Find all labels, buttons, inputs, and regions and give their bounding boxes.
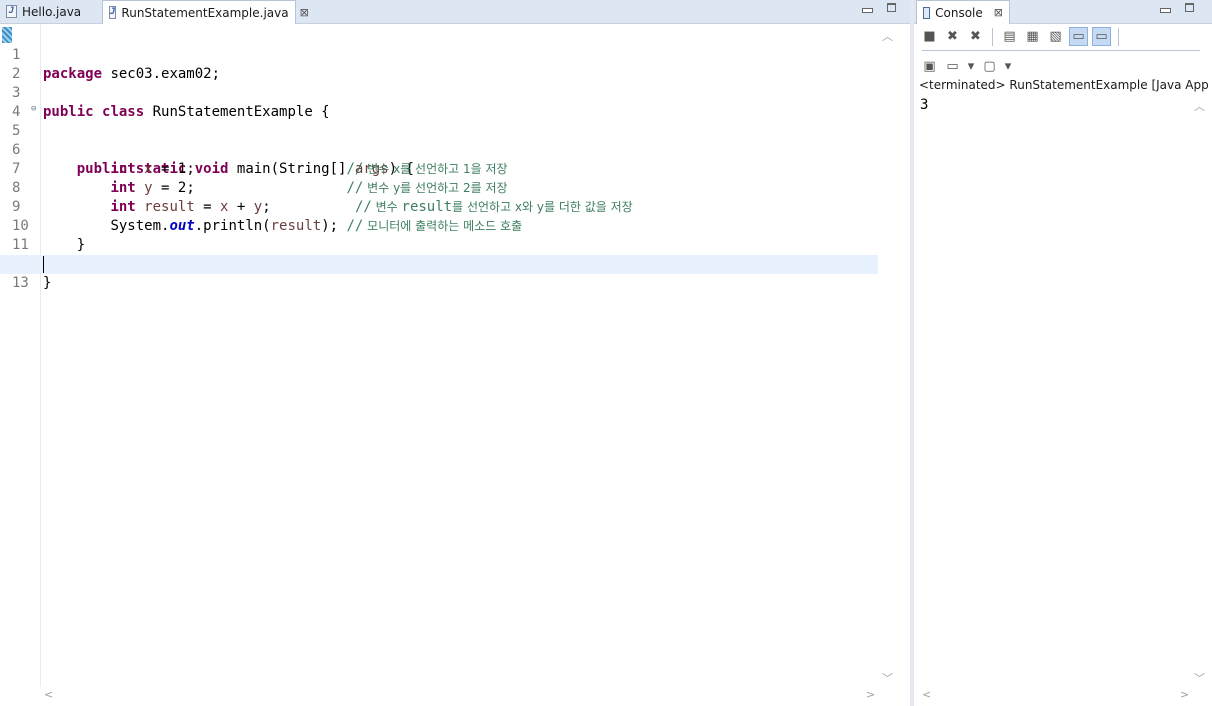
editor-panel: J Hello.java J RunStatementExample.java … [0, 0, 910, 706]
code-line: 12 } [0, 236, 878, 291]
text-caret [43, 256, 44, 273]
show-console-on-stderr-icon[interactable]: ▭ [1092, 27, 1111, 46]
code-line: 10 } [0, 198, 878, 253]
scroll-right-icon[interactable]: > [1180, 688, 1189, 701]
editor-vertical-scrollbar[interactable]: ︿ ﹀ [878, 24, 895, 687]
maximize-button[interactable] [887, 3, 896, 12]
console-output: 3 [920, 97, 929, 113]
code-line: 4 [0, 84, 878, 120]
scroll-up-icon[interactable]: ︿ [882, 28, 893, 44]
clear-console-icon[interactable]: ▤ [1000, 27, 1019, 46]
java-file-icon: J [109, 6, 117, 19]
open-console-icon[interactable]: ▢ [980, 57, 999, 76]
terminate-icon[interactable]: ■ [920, 27, 939, 46]
tab-label: Hello.java [22, 4, 82, 19]
scroll-right-icon[interactable]: > [866, 688, 875, 701]
code-line: 3 public class RunStatementExample { [0, 65, 878, 120]
word-wrap-icon[interactable]: ▧ [1046, 27, 1065, 46]
close-icon[interactable]: ⊠ [300, 6, 309, 19]
close-icon[interactable]: ⊠ [994, 6, 1003, 19]
console-toolbar: ■ ✖ ✖ ▤ ▦ ▧ ▭ ▭ [920, 27, 1202, 46]
code-line: 1 package sec03.exam02; [0, 27, 878, 82]
tab-hello-java[interactable]: J Hello.java [0, 0, 100, 23]
toolbar-separator [992, 27, 993, 46]
console-horizontal-scrollbar[interactable]: < > [918, 687, 1190, 704]
code-line: 9 System.out.println(result); // 모니터에 출력… [0, 179, 878, 234]
scroll-left-icon[interactable]: < [44, 688, 53, 701]
console-icon [923, 6, 931, 19]
code-line: 11 [0, 217, 878, 253]
console-launch-header: <terminated> RunStatementExample [Java A… [919, 78, 1209, 92]
toolbar-separator [1118, 27, 1119, 46]
scroll-down-icon[interactable]: ﹀ [882, 670, 893, 686]
scroll-lock-icon[interactable]: ▦ [1023, 27, 1042, 46]
chevron-down-icon[interactable]: ▾ [966, 57, 976, 76]
tab-label: RunStatementExample.java [121, 5, 289, 20]
editor-tab-bar: J Hello.java J RunStatementExample.java … [0, 0, 910, 24]
minimize-button[interactable] [1160, 8, 1171, 13]
maximize-button[interactable] [1185, 3, 1194, 12]
display-selected-console-icon[interactable]: ▭ [943, 57, 962, 76]
show-console-on-stdout-icon[interactable]: ▭ [1069, 27, 1088, 46]
tab-label: Console [935, 5, 983, 20]
minimize-button[interactable] [862, 8, 873, 13]
console-vertical-scrollbar[interactable]: ︿ ﹀ [1190, 96, 1207, 687]
line-number: 13 [12, 275, 29, 291]
java-file-icon: J [6, 5, 17, 18]
editor-horizontal-scrollbar[interactable]: < > [40, 687, 878, 704]
scroll-down-icon[interactable]: ﹀ [1194, 670, 1205, 686]
console-tab-bar: Console ⊠ [914, 0, 1212, 24]
code-line-current: 13 [0, 255, 878, 291]
scroll-up-icon[interactable]: ︿ [1194, 98, 1205, 114]
scroll-left-icon[interactable]: < [922, 688, 931, 701]
code-editor[interactable]: 1 package sec03.exam02; 2 3 public class… [0, 27, 878, 291]
code-line: 8 int result = x + y; // 변수 result를 선언하고… [0, 160, 878, 215]
tab-console[interactable]: Console ⊠ [916, 0, 1010, 24]
tab-runstatementexample-java[interactable]: J RunStatementExample.java ⊠ [102, 0, 309, 24]
code-line: 7 int y = 2; // 변수 y를 선언하고 2를 저장 [0, 141, 878, 196]
code-line: 6 int x = 1; // 변수 x를 선언하고 1을 저장 [0, 122, 878, 177]
remove-launch-icon[interactable]: ✖ [943, 27, 962, 46]
toolbar-divider [922, 50, 1200, 51]
console-panel: Console ⊠ ■ ✖ ✖ ▤ ▦ ▧ ▭ ▭ ▣ ▭ ▾ ▢ ▾ <ter… [914, 0, 1212, 706]
code-line: 5 ⊖ public static void main(String[] arg… [0, 100, 878, 177]
remove-all-terminated-icon[interactable]: ✖ [966, 27, 985, 46]
chevron-down-icon[interactable]: ▾ [1003, 57, 1013, 76]
code-line: 2 [0, 46, 878, 82]
fold-collapse-icon[interactable]: ⊖ [31, 100, 36, 119]
pin-console-icon[interactable]: ▣ [920, 57, 939, 76]
console-toolbar-2: ▣ ▭ ▾ ▢ ▾ [920, 57, 1202, 76]
